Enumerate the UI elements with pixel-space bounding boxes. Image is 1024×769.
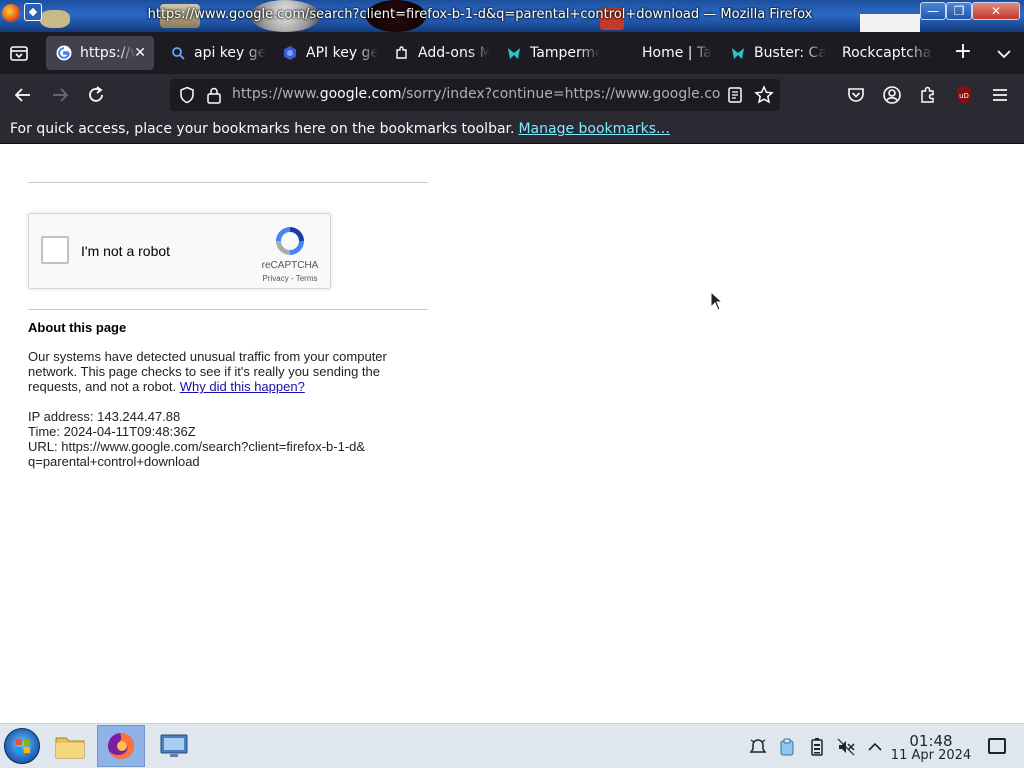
- recaptcha-label: I'm not a robot: [81, 243, 171, 259]
- file-manager-task[interactable]: [46, 725, 94, 767]
- tab-list-icon: [10, 46, 28, 61]
- chevron-up-icon[interactable]: [865, 737, 885, 757]
- recaptcha-brand: reCAPTCHA: [261, 260, 319, 271]
- manage-bookmarks-link[interactable]: Manage bookmarks…: [518, 121, 670, 137]
- page-content: I'm not a robot reCAPTCHA Privacy - Term…: [0, 145, 1024, 723]
- back-button[interactable]: [12, 84, 34, 106]
- bookmark-star-icon[interactable]: [754, 85, 774, 105]
- firefox-task[interactable]: [97, 725, 145, 767]
- divider: [28, 309, 428, 310]
- control-panel-task[interactable]: [150, 725, 198, 767]
- why-did-this-happen-link[interactable]: Why did this happen?: [180, 379, 305, 394]
- recaptcha-widget: I'm not a robot reCAPTCHA Privacy - Term…: [28, 213, 331, 289]
- tab-home[interactable]: Home | Ta: [608, 36, 714, 70]
- tab-label: API key ge: [306, 45, 378, 61]
- ublock-origin-button[interactable]: uD: [953, 84, 975, 106]
- google-g-icon: [56, 45, 72, 61]
- tab-label: Rockcaptcha: [842, 45, 932, 61]
- tab-overflow-button[interactable]: [994, 44, 1014, 64]
- bookmarks-toolbar-message: For quick access, place your bookmarks h…: [10, 121, 670, 137]
- close-tab-icon[interactable]: ✕: [134, 45, 146, 61]
- tampermonkey-icon: [730, 45, 746, 61]
- tab-strip: https://w ✕ api key ge API key ge Add-on…: [0, 32, 1024, 74]
- search-icon: [170, 45, 186, 61]
- puzzle-icon: [921, 86, 934, 103]
- url-bar[interactable]: https://www.google.com/sorry/index?conti…: [170, 79, 780, 111]
- account-icon: [883, 86, 901, 104]
- extensions-button[interactable]: [917, 84, 939, 106]
- mouse-cursor-icon: [710, 291, 724, 311]
- unusual-traffic-explanation: Our systems have detected unusual traffi…: [28, 349, 408, 394]
- tab-label: https://w: [80, 45, 136, 61]
- app-menu-button[interactable]: [989, 84, 1011, 106]
- ip-address-line: IP address: 143.244.47.88: [28, 409, 181, 424]
- list-all-tabs-button[interactable]: [8, 42, 30, 64]
- url-host: google.com: [319, 86, 402, 102]
- url-path: /sorry/index?continue=https://www.google…: [401, 86, 720, 102]
- clock-date[interactable]: 11 Apr 2024: [888, 748, 974, 763]
- reload-icon: [89, 86, 103, 102]
- tracking-protection-shield-icon[interactable]: [178, 86, 196, 104]
- recaptcha-logo-icon: [273, 224, 307, 258]
- battery-tray-icon[interactable]: [807, 737, 827, 757]
- url-line: URL: https://www.google.com/search?clien…: [28, 439, 366, 469]
- close-window-button[interactable]: ✕: [972, 2, 1020, 20]
- tab-google-sorry[interactable]: https://w ✕: [46, 36, 154, 70]
- volume-muted-icon[interactable]: [836, 737, 856, 757]
- tab-rockcaptcha[interactable]: Rockcaptcha: [832, 36, 938, 70]
- arrow-right-icon: [53, 88, 69, 102]
- taskbar: 01:48 11 Apr 2024: [0, 723, 1024, 768]
- bookmarks-hint-text: For quick access, place your bookmarks h…: [10, 121, 515, 137]
- tampermonkey-icon: [506, 45, 522, 61]
- minimize-button[interactable]: —: [920, 2, 946, 20]
- hamburger-menu-icon: [993, 89, 1007, 101]
- tab-tampermonkey[interactable]: Tampermo: [496, 36, 602, 70]
- chevron-down-icon: [997, 50, 1011, 59]
- pocket-icon: [848, 88, 864, 102]
- folder-icon: [55, 737, 85, 759]
- account-button[interactable]: [881, 84, 903, 106]
- new-tab-button[interactable]: +: [952, 41, 974, 64]
- tab-api-key-generate[interactable]: API key ge: [272, 36, 378, 70]
- divider: [28, 182, 428, 183]
- puzzle-icon: [394, 45, 410, 61]
- reload-button[interactable]: [85, 84, 107, 106]
- lock-icon[interactable]: [206, 86, 222, 104]
- tab-label: Add-ons M: [418, 45, 490, 61]
- firefox-icon: [108, 733, 134, 759]
- tab-label: api key ge: [194, 45, 266, 61]
- recaptcha-checkbox[interactable]: [41, 236, 69, 264]
- ublock-origin-icon: uD: [957, 86, 971, 104]
- request-details: IP address: 143.244.47.88 Time: 2024-04-…: [28, 409, 368, 469]
- clipboard-tray-icon[interactable]: [777, 737, 797, 757]
- url-text[interactable]: https://www.google.com/sorry/index?conti…: [232, 86, 720, 102]
- tab-api-key-search[interactable]: api key ge: [160, 36, 266, 70]
- window-title-bar[interactable]: ◆ https://www.google.com/search?client=f…: [0, 0, 1024, 32]
- bookmarks-toolbar: For quick access, place your bookmarks h…: [0, 116, 1024, 144]
- tab-addons-manager[interactable]: Add-ons M: [384, 36, 490, 70]
- navigation-toolbar: https://www.google.com/sorry/index?conti…: [0, 74, 1024, 116]
- globe-blue-icon: [282, 45, 298, 61]
- window-title: https://www.google.com/search?client=fir…: [147, 7, 813, 22]
- maximize-button[interactable]: ❐: [946, 2, 972, 20]
- windows-logo-icon: [16, 739, 30, 753]
- tab-label: Home | Ta: [642, 45, 712, 61]
- tab-label: Tampermo: [530, 45, 600, 61]
- recaptcha-privacy-terms-links[interactable]: Privacy - Terms: [245, 274, 335, 283]
- notifications-tray-icon[interactable]: [748, 737, 768, 757]
- svg-text:uD: uD: [959, 92, 969, 100]
- start-menu-button[interactable]: [4, 728, 40, 764]
- pocket-button[interactable]: [845, 84, 867, 106]
- time-line: Time: 2024-04-11T09:48:36Z: [28, 424, 196, 439]
- forward-button[interactable]: [49, 84, 71, 106]
- reader-view-icon[interactable]: [726, 86, 744, 104]
- show-desktop-button[interactable]: [988, 738, 1006, 754]
- about-page-heading: About this page: [28, 320, 127, 335]
- monitor-settings-icon: [160, 734, 188, 757]
- url-prefix: https://www.: [232, 86, 320, 102]
- arrow-left-icon: [14, 88, 30, 102]
- tab-label: Buster: Ca: [754, 45, 826, 61]
- tab-buster[interactable]: Buster: Ca: [720, 36, 826, 70]
- blank-page-icon: [618, 45, 634, 61]
